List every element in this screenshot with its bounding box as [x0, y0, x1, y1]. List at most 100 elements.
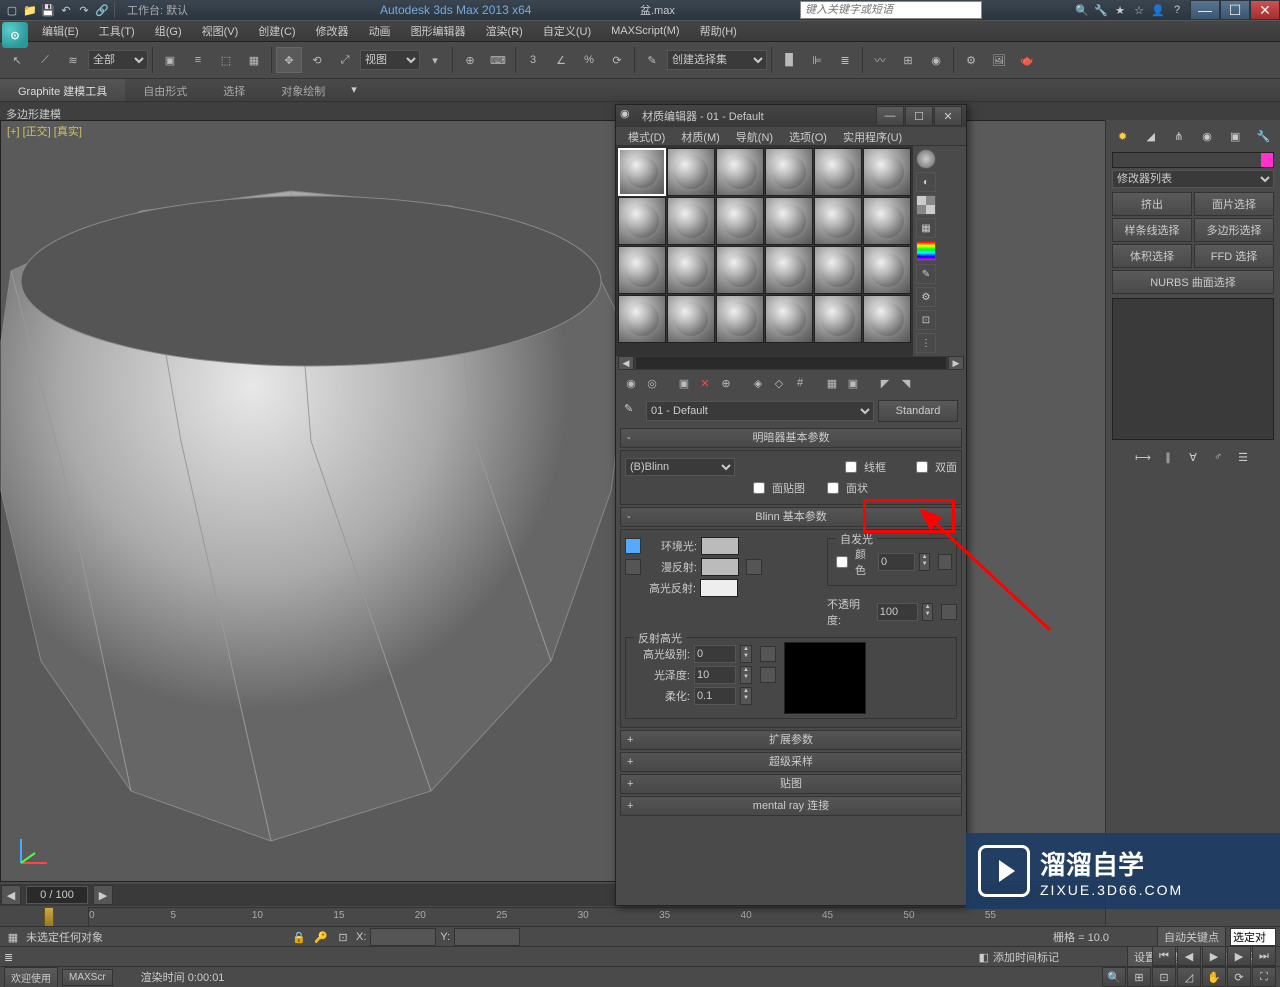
sample-slot[interactable] [667, 295, 715, 343]
matedit-menu-mode[interactable]: 模式(D) [620, 127, 673, 145]
select-icon[interactable]: ▣ [157, 47, 183, 73]
gloss-map-icon[interactable] [760, 667, 776, 683]
mirror-icon[interactable]: ▐▌ [776, 47, 802, 73]
y-field[interactable] [454, 928, 520, 946]
star-icon[interactable]: ★ [1112, 2, 1128, 18]
uv-tile-icon[interactable]: ▦ [916, 218, 936, 238]
motion-tab-icon[interactable]: ◉ [1197, 126, 1217, 146]
sample-slot[interactable] [618, 197, 666, 245]
render-icon[interactable]: 🫖 [1014, 47, 1040, 73]
frame-position[interactable]: 0 / 100 [26, 886, 88, 904]
btn-poly-sel[interactable]: 多边形选择 [1194, 218, 1274, 242]
menu-custom[interactable]: 自定义(U) [533, 23, 601, 39]
pin-stack-icon[interactable]: ⟼ [1132, 446, 1154, 468]
link-icon[interactable]: 🔗 [94, 2, 110, 18]
sample-slot[interactable] [716, 295, 764, 343]
reset-map-icon[interactable]: ✕ [696, 374, 714, 392]
sample-slot[interactable] [814, 295, 862, 343]
track-mini-icon[interactable]: ▦ [4, 928, 22, 946]
rollout-extended[interactable]: +扩展参数 [620, 730, 962, 750]
btn-patch-sel[interactable]: 面片选择 [1194, 192, 1274, 216]
search-input[interactable] [801, 2, 981, 18]
matnav-icon[interactable]: ⋮ [916, 333, 936, 353]
soften-value[interactable]: 0.1 [694, 687, 736, 705]
slots-scrollbar[interactable]: ◀ ▶ [618, 356, 964, 370]
key-mode-icon[interactable]: 🔑 [312, 928, 330, 946]
maximize-button[interactable]: ☐ [1220, 0, 1250, 20]
app-logo-icon[interactable]: ⊙ [2, 22, 28, 48]
twosided-checkbox[interactable] [916, 461, 928, 473]
tab-graphite[interactable]: Graphite 建模工具 [0, 79, 125, 101]
menu-graph[interactable]: 图形编辑器 [401, 23, 476, 39]
wrench-icon[interactable]: 🔧 [1093, 2, 1109, 18]
diffuse-lock-icon[interactable] [625, 559, 641, 575]
selfillum-value[interactable]: 0 [878, 553, 915, 571]
hierarchy-tab-icon[interactable]: ⋔ [1169, 126, 1189, 146]
sample-slot[interactable] [618, 246, 666, 294]
mat-id-icon[interactable]: # [791, 374, 809, 392]
layers-icon[interactable]: ≣ [832, 47, 858, 73]
named-sel-set[interactable]: 创建选择集 [667, 50, 767, 70]
gloss-spinner[interactable]: ▲▼ [740, 666, 752, 684]
opacity-value[interactable]: 100 [877, 603, 918, 621]
script-icon[interactable]: ≣ [4, 951, 13, 964]
btn-ffd-sel[interactable]: FFD 选择 [1194, 244, 1274, 268]
video-check-icon[interactable] [916, 241, 936, 261]
sample-slot[interactable] [618, 148, 666, 196]
btn-nurbs-sel[interactable]: NURBS 曲面选择 [1112, 270, 1274, 294]
matedit-menu-nav[interactable]: 导航(N) [728, 127, 781, 145]
rollout-maps[interactable]: +贴图 [620, 774, 962, 794]
snap-manip-icon[interactable]: ⊕ [457, 47, 483, 73]
configure-icon[interactable]: ☰ [1232, 446, 1254, 468]
user-icon[interactable]: 👤 [1150, 2, 1166, 18]
bind-icon[interactable]: ≋ [60, 47, 86, 73]
binoculars-icon[interactable]: 🔍 [1074, 2, 1090, 18]
sample-slot[interactable] [863, 295, 911, 343]
sample-slot[interactable] [765, 197, 813, 245]
go-forward-icon[interactable]: ◥ [897, 374, 915, 392]
menu-edit[interactable]: 编辑(E) [32, 23, 89, 39]
opacity-map-icon[interactable] [941, 604, 957, 620]
goto-start-icon[interactable]: ⏮ [1152, 946, 1176, 966]
btn-spline-sel[interactable]: 样条线选择 [1112, 218, 1192, 242]
angle-snap-icon[interactable]: ∠ [548, 47, 574, 73]
next-frame-icon[interactable]: ▶ [1227, 946, 1251, 966]
timeline-next[interactable]: ▶ [93, 885, 113, 905]
facemap-checkbox[interactable] [753, 482, 765, 494]
play-icon[interactable]: ▶ [1202, 946, 1226, 966]
menu-modifier[interactable]: 修改器 [306, 23, 359, 39]
put-to-scene-icon[interactable]: ◎ [643, 374, 661, 392]
snap3-icon[interactable]: 3 [520, 47, 546, 73]
rollout-blinn-header[interactable]: -Blinn 基本参数 [620, 507, 962, 527]
matedit-menu-util[interactable]: 实用程序(U) [835, 127, 910, 145]
edit-named-icon[interactable]: ✎ [639, 47, 665, 73]
abs-icon[interactable]: ⊡ [334, 928, 352, 946]
get-material-icon[interactable]: ◉ [622, 374, 640, 392]
tag-icon[interactable]: ◧ [979, 951, 989, 964]
workspace-label[interactable]: 工作台: 默认 [127, 2, 188, 18]
modify-tab-icon[interactable]: ◢ [1141, 126, 1161, 146]
spinner-snap-icon[interactable]: ⟳ [604, 47, 630, 73]
menu-tools[interactable]: 工具(T) [89, 23, 145, 39]
sample-slot[interactable] [814, 246, 862, 294]
show-end-result-icon[interactable]: ▣ [844, 374, 862, 392]
sample-slot[interactable] [765, 295, 813, 343]
material-editor-icon[interactable]: ◉ [923, 47, 949, 73]
matedit-menu-material[interactable]: 材质(M) [673, 127, 728, 145]
matedit-close-button[interactable]: ✕ [934, 106, 962, 126]
sample-type-icon[interactable] [916, 149, 936, 169]
backlight-icon[interactable]: ◐ [916, 172, 936, 192]
menu-view[interactable]: 视图(V) [192, 23, 249, 39]
align-icon[interactable]: ⊫ [804, 47, 830, 73]
menu-render[interactable]: 渲染(R) [476, 23, 533, 39]
render-frame-icon[interactable]: 🖼 [986, 47, 1012, 73]
show-end-icon[interactable]: ∥ [1157, 446, 1179, 468]
select-link-icon[interactable]: ↖ [4, 47, 30, 73]
selset-field[interactable]: 选定对 [1230, 928, 1276, 946]
bg-icon[interactable] [916, 195, 936, 215]
ambient-swatch[interactable] [701, 537, 739, 555]
maxscript-tab[interactable]: MAXScr [62, 969, 113, 986]
select-name-icon[interactable]: ≡ [185, 47, 211, 73]
maxview-icon[interactable]: ⛶ [1252, 967, 1276, 987]
menu-group[interactable]: 组(G) [145, 23, 192, 39]
